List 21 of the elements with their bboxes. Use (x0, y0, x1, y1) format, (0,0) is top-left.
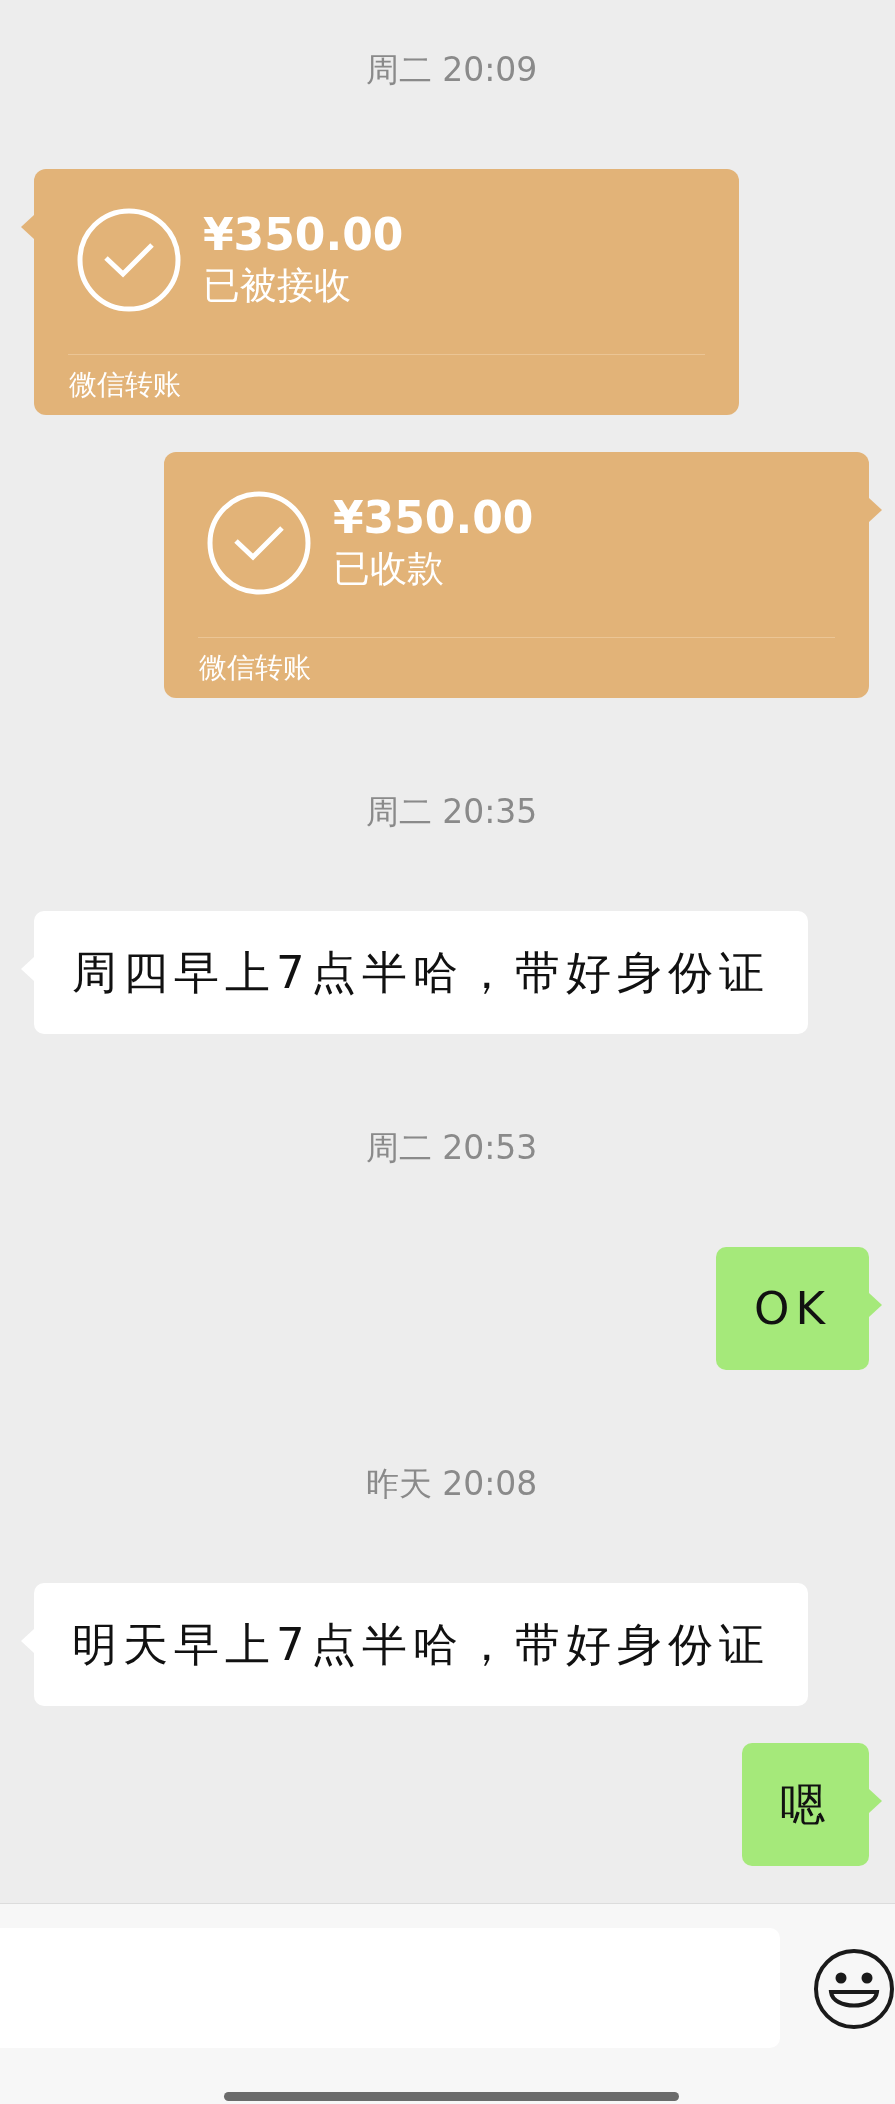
message-time: 周二 20:09 (365, 50, 538, 90)
transfer-amount: ¥350.00 (203, 208, 404, 261)
message-time: 周二 20:53 (365, 1128, 538, 1168)
message-time: 昨天 20:08 (365, 1464, 538, 1504)
bubble-tail (869, 498, 882, 522)
bubble-tail (869, 1789, 882, 1813)
transfer-status: 已收款 (333, 545, 445, 592)
message-time: 周二 20:35 (365, 792, 538, 832)
transfer-label: 微信转账 (198, 650, 312, 686)
message-bubble[interactable]: OK (716, 1247, 869, 1370)
transfer-status: 已被接收 (203, 262, 352, 309)
transfer-label: 微信转账 (68, 367, 182, 403)
bubble-tail (21, 215, 34, 239)
check-circle-icon (207, 490, 311, 595)
smiley-icon[interactable] (813, 1948, 895, 2030)
check-circle-icon (77, 207, 181, 312)
message-bubble[interactable]: 周四早上7点半哈，带好身份证 (34, 911, 808, 1034)
message-bubble[interactable]: 嗯 (742, 1743, 869, 1866)
transfer-amount: ¥350.00 (333, 491, 534, 544)
bubble-tail (869, 1293, 882, 1317)
message-bubble[interactable]: 明天早上7点半哈，带好身份证 (34, 1583, 808, 1706)
